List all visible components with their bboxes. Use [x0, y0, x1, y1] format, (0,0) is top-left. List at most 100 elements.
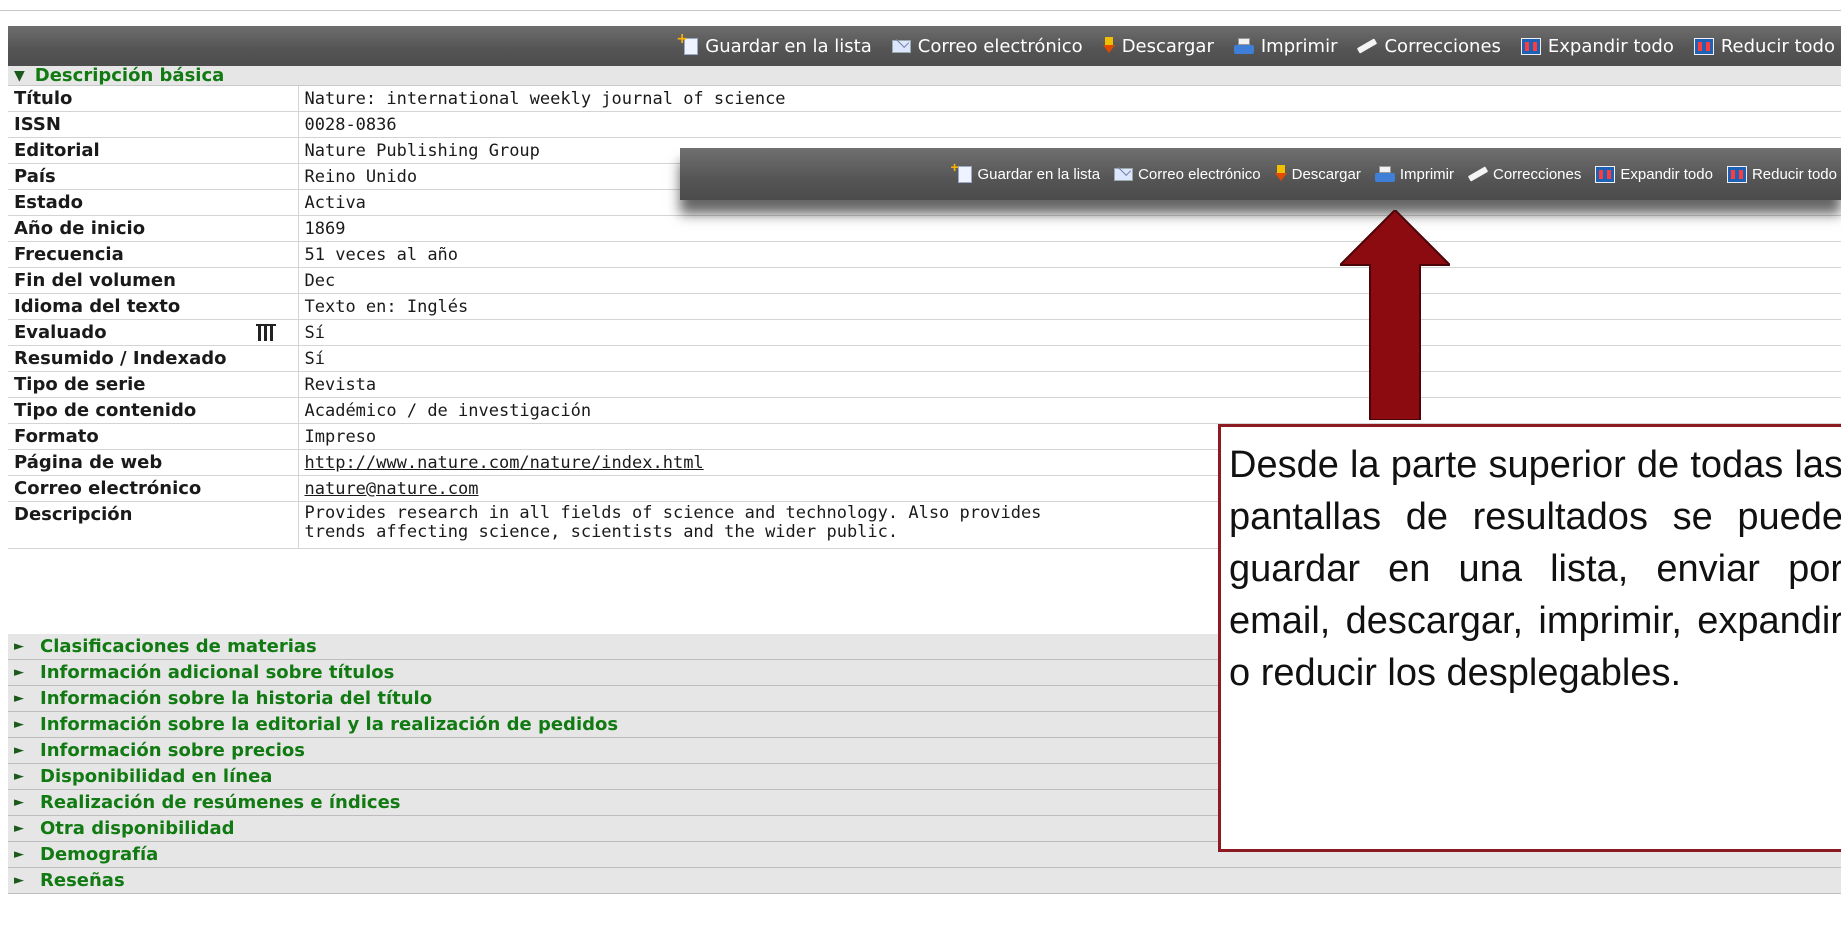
collapse-all-button[interactable]: Reducir todo: [1693, 35, 1835, 57]
eraser-icon: [1357, 39, 1377, 53]
section-reviews[interactable]: ► Reseñas: [8, 868, 1841, 894]
record-toolbar: Guardar en la lista Correo electrónico D…: [8, 26, 1841, 66]
row-label: Correo electrónico: [8, 475, 299, 502]
row-label: Fin del volumen: [8, 267, 299, 294]
corrections-label: Correcciones: [1492, 165, 1582, 183]
row-label: Formato: [8, 423, 299, 450]
download-icon: [1274, 165, 1287, 183]
row-label: Tipo de serie: [8, 371, 299, 398]
row-label: Resumido / Indexado: [8, 345, 299, 372]
row-label: Descripción: [8, 501, 299, 549]
row-label: País: [8, 163, 299, 190]
email-button[interactable]: Correo electrónico: [891, 36, 1083, 57]
zoomed-toolbar-inset: Guardar en la lista Correo electrónico D…: [680, 148, 1841, 200]
section-label: Información sobre precios: [40, 740, 305, 761]
printer-icon: [1233, 38, 1254, 54]
expand-all-button[interactable]: Expandir todo: [1520, 35, 1674, 57]
table-row: Título Nature: international weekly journ…: [8, 86, 1841, 112]
table-row: Tipo de serie Revista: [8, 371, 1841, 398]
collapse-all-button[interactable]: Reducir todo: [1726, 165, 1837, 183]
envelope-icon: [891, 39, 911, 53]
table-row: Resumido / Indexado Sí: [8, 345, 1841, 372]
row-value: Nature: international weekly journal of …: [298, 86, 1841, 112]
row-label: Editorial: [8, 137, 299, 164]
table-row: Evaluado Sí: [8, 319, 1841, 346]
section-basic-description[interactable]: ▼ Descripción básica: [8, 65, 1841, 86]
table-row: Año de inicio 1869: [8, 215, 1841, 242]
triangle-down-icon: ▼: [14, 67, 25, 84]
row-value: Sí: [298, 319, 1841, 346]
email-label: Correo electrónico: [1138, 165, 1261, 183]
row-label: Título: [8, 86, 299, 112]
row-label: Frecuencia: [8, 241, 299, 268]
row-label: Estado: [8, 189, 299, 216]
section-label: Demografía: [40, 844, 159, 865]
collapse-icon: [1693, 37, 1714, 55]
download-button[interactable]: Descargar: [1274, 165, 1361, 183]
save-list-icon: [950, 159, 973, 183]
email-button[interactable]: Correo electrónico: [1114, 166, 1261, 183]
triangle-right-icon: ►: [14, 847, 24, 862]
table-row: Frecuencia 51 veces al año: [8, 241, 1841, 268]
up-arrow-icon: [1340, 210, 1450, 420]
row-label: Año de inicio: [8, 215, 299, 242]
row-value: Académico / de investigación: [298, 397, 1841, 424]
explanation-callout: Desde la parte superior de todas las pan…: [1218, 424, 1841, 852]
table-row: Idioma del texto Texto en: Inglés: [8, 293, 1841, 320]
section-label: Información adicional sobre títulos: [40, 662, 395, 683]
section-label: Información sobre la editorial y la real…: [40, 714, 619, 735]
description-line-2: trends affecting science, scientists and…: [304, 522, 899, 542]
row-value: Texto en: Inglés: [298, 293, 1841, 320]
website-link[interactable]: http://www.nature.com/nature/index.html: [305, 453, 704, 473]
expand-icon: [1595, 165, 1616, 183]
library-icon[interactable]: [256, 324, 276, 341]
save-to-list-button[interactable]: Guardar en la lista: [676, 31, 872, 57]
download-label: Descargar: [1121, 35, 1214, 57]
row-value: 0028-0836: [298, 111, 1841, 138]
corrections-button[interactable]: Correcciones: [1357, 36, 1500, 57]
print-label: Imprimir: [1399, 165, 1454, 183]
section-title: Descripción básica: [34, 65, 225, 86]
collapse-label: Reducir todo: [1720, 35, 1835, 57]
save-list-icon: [676, 31, 699, 55]
print-button[interactable]: Imprimir: [1233, 35, 1338, 57]
corrections-label: Correcciones: [1384, 35, 1501, 57]
save-label: Guardar en la lista: [977, 165, 1101, 183]
print-button[interactable]: Imprimir: [1374, 165, 1454, 183]
print-label: Imprimir: [1260, 35, 1338, 57]
row-label-evaluado: Evaluado: [8, 319, 299, 346]
envelope-icon: [1114, 167, 1134, 181]
collapse-label: Reducir todo: [1751, 165, 1837, 183]
row-value: Sí: [298, 345, 1841, 372]
row-value: 51 veces al año: [298, 241, 1841, 268]
callout-text: Desde la parte superior de todas las pan…: [1229, 444, 1841, 694]
triangle-right-icon: ►: [14, 639, 24, 654]
expand-icon: [1520, 37, 1541, 55]
download-label: Descargar: [1291, 165, 1361, 183]
collapse-icon: [1726, 165, 1747, 183]
row-label-text: Evaluado: [14, 322, 107, 343]
triangle-right-icon: ►: [14, 769, 24, 784]
save-label: Guardar en la lista: [705, 35, 872, 57]
triangle-right-icon: ►: [14, 795, 24, 810]
section-label: Otra disponibilidad: [40, 818, 235, 839]
section-label: Clasificaciones de materias: [40, 636, 317, 657]
expand-label: Expandir todo: [1620, 165, 1713, 183]
top-divider: [0, 10, 1841, 11]
expand-all-button[interactable]: Expandir todo: [1595, 165, 1713, 183]
section-label: Realización de resúmenes e índices: [40, 792, 401, 813]
save-to-list-button[interactable]: Guardar en la lista: [950, 159, 1101, 183]
triangle-right-icon: ►: [14, 665, 24, 680]
triangle-right-icon: ►: [14, 717, 24, 732]
expand-label: Expandir todo: [1547, 35, 1674, 57]
row-label: Tipo de contenido: [8, 397, 299, 424]
table-row: Fin del volumen Dec: [8, 267, 1841, 294]
triangle-right-icon: ►: [14, 691, 24, 706]
table-row: ISSN 0028-0836: [8, 111, 1841, 138]
row-value: Revista: [298, 371, 1841, 398]
download-button[interactable]: Descargar: [1102, 35, 1214, 57]
triangle-right-icon: ►: [14, 743, 24, 758]
corrections-button[interactable]: Correcciones: [1468, 166, 1581, 183]
section-label: Información sobre la historia del título: [40, 688, 433, 709]
email-link[interactable]: nature@nature.com: [305, 479, 479, 499]
